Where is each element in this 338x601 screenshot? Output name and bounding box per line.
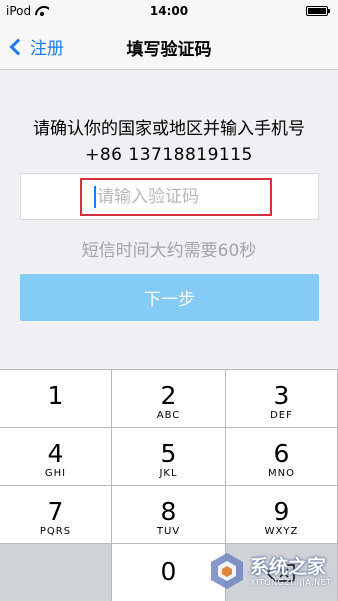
key-number: 3 [273, 381, 290, 410]
key-9[interactable]: 9 WXYZ [226, 486, 338, 544]
key-8[interactable]: 8 TUV [112, 486, 226, 544]
key-2[interactable]: 2 ABC [112, 370, 226, 428]
key-letters: PQRS [39, 526, 72, 537]
key-number: 8 [160, 497, 177, 526]
key-number: 7 [47, 497, 64, 526]
key-letters: GHI [44, 468, 67, 479]
next-button[interactable]: 下一步 [20, 274, 319, 321]
watermark-text: 系统之家 [250, 556, 327, 578]
key-6[interactable]: 6 MNO [226, 428, 338, 486]
key-7[interactable]: 7 PQRS [0, 486, 112, 544]
key-letters: JKL [159, 468, 178, 479]
key-letters: DEF [270, 410, 293, 421]
text-caret [94, 186, 96, 208]
key-number: 9 [273, 497, 290, 526]
key-letters: WXYZ [264, 526, 299, 537]
status-bar: iPod 14:00 [0, 0, 338, 22]
key-4[interactable]: 4 GHI [0, 428, 112, 486]
key-letters: ABC [156, 410, 181, 421]
code-input-box[interactable] [20, 173, 319, 220]
key-number: 6 [273, 439, 290, 468]
phone-number: +86 13718819115 [85, 145, 253, 165]
page-title: 填写验证码 [126, 40, 212, 60]
key-5[interactable]: 5 JKL [112, 428, 226, 486]
nav-bar: 注册 填写验证码 [0, 22, 338, 70]
sms-hint: 短信时间大约需要60秒 [81, 241, 257, 261]
key-blank [0, 544, 112, 601]
watermark: 系统之家 XITONGZHIJIA.NET [206, 548, 334, 596]
key-3[interactable]: 3 DEF [226, 370, 338, 428]
key-number: 2 [160, 381, 177, 410]
key-1[interactable]: 1 [0, 370, 112, 428]
verification-code-input[interactable] [97, 184, 267, 210]
watermark-subtext: XITONGZHIJIA.NET [250, 578, 332, 587]
key-number: 4 [47, 439, 64, 468]
watermark-logo [211, 553, 243, 589]
key-letters: MNO [268, 468, 295, 479]
battery-icon [306, 6, 330, 16]
status-time: 14:00 [149, 4, 189, 18]
key-number: 5 [160, 439, 177, 468]
instruction-text: 请确认你的国家或地区并输入手机号 [33, 119, 305, 139]
key-letters: TUV [156, 526, 181, 537]
key-number: 1 [47, 381, 64, 410]
battery-fill [308, 8, 326, 14]
